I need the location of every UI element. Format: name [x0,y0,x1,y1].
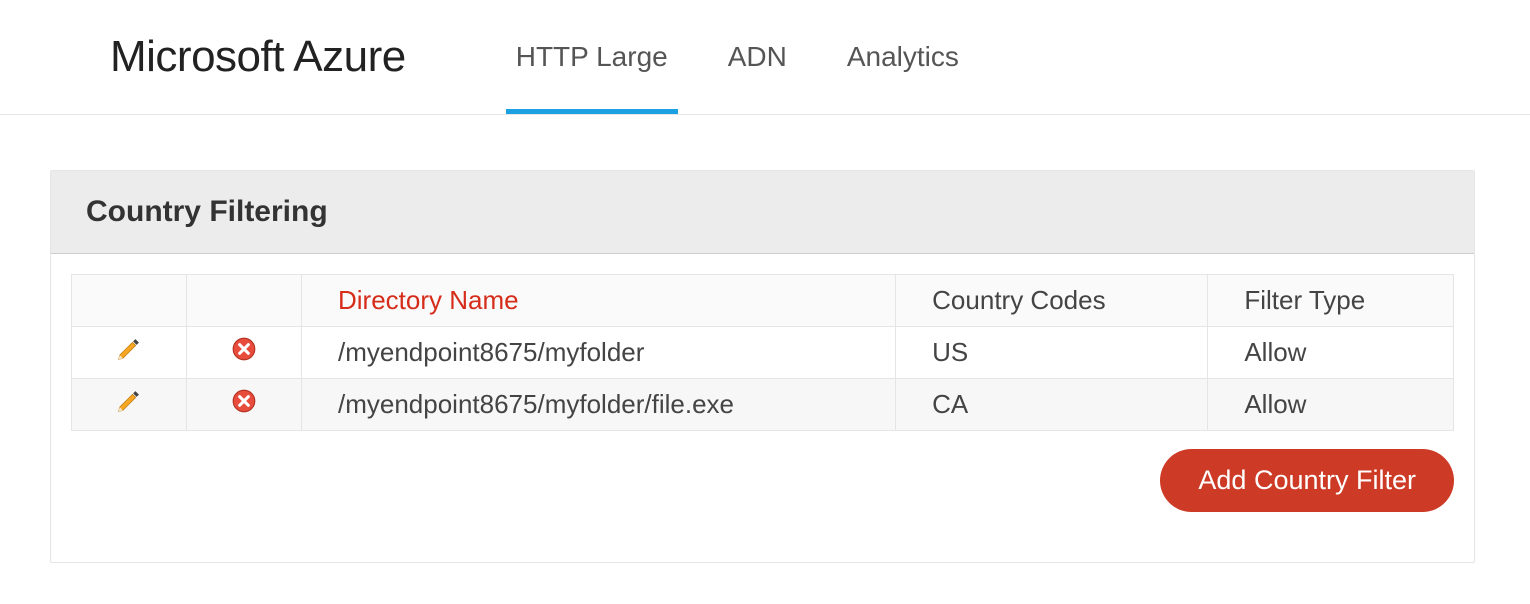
tab-analytics[interactable]: Analytics [837,0,969,114]
tab-label: ADN [728,41,787,73]
col-country-codes[interactable]: Country Codes [896,275,1208,327]
col-edit-blank [72,275,187,327]
panel-title: Country Filtering [51,171,1474,254]
tab-http-large[interactable]: HTTP Large [506,0,678,114]
col-directory-name[interactable]: Directory Name [302,275,896,327]
logo-text: Microsoft Azure [110,32,406,81]
pencil-icon[interactable] [115,387,143,422]
col-delete-blank [187,275,302,327]
cell-codes: US [896,327,1208,379]
table-row: /myendpoint8675/myfolder/file.exe CA All… [72,379,1454,431]
delete-icon[interactable] [231,388,257,421]
cell-filter: Allow [1208,379,1454,431]
col-filter-type[interactable]: Filter Type [1208,275,1454,327]
cell-filter: Allow [1208,327,1454,379]
pencil-icon[interactable] [115,335,143,370]
nav-tabs: HTTP Large ADN Analytics [506,0,969,114]
filter-table: Directory Name Country Codes Filter Type [71,274,1454,431]
cell-directory: /myendpoint8675/myfolder/file.exe [302,379,896,431]
top-header: Microsoft Azure HTTP Large ADN Analytics [0,0,1530,115]
tab-label: HTTP Large [516,41,668,73]
brand-logo: Microsoft Azure [110,32,406,82]
cell-directory: /myendpoint8675/myfolder [302,327,896,379]
delete-icon[interactable] [231,336,257,369]
table-row: /myendpoint8675/myfolder US Allow [72,327,1454,379]
tab-label: Analytics [847,41,959,73]
panel-body: Directory Name Country Codes Filter Type [51,254,1474,562]
country-filtering-panel: Country Filtering Directory Name Country… [50,170,1475,563]
cell-codes: CA [896,379,1208,431]
table-header-row: Directory Name Country Codes Filter Type [72,275,1454,327]
tab-adn[interactable]: ADN [718,0,797,114]
add-country-filter-button[interactable]: Add Country Filter [1160,449,1454,512]
